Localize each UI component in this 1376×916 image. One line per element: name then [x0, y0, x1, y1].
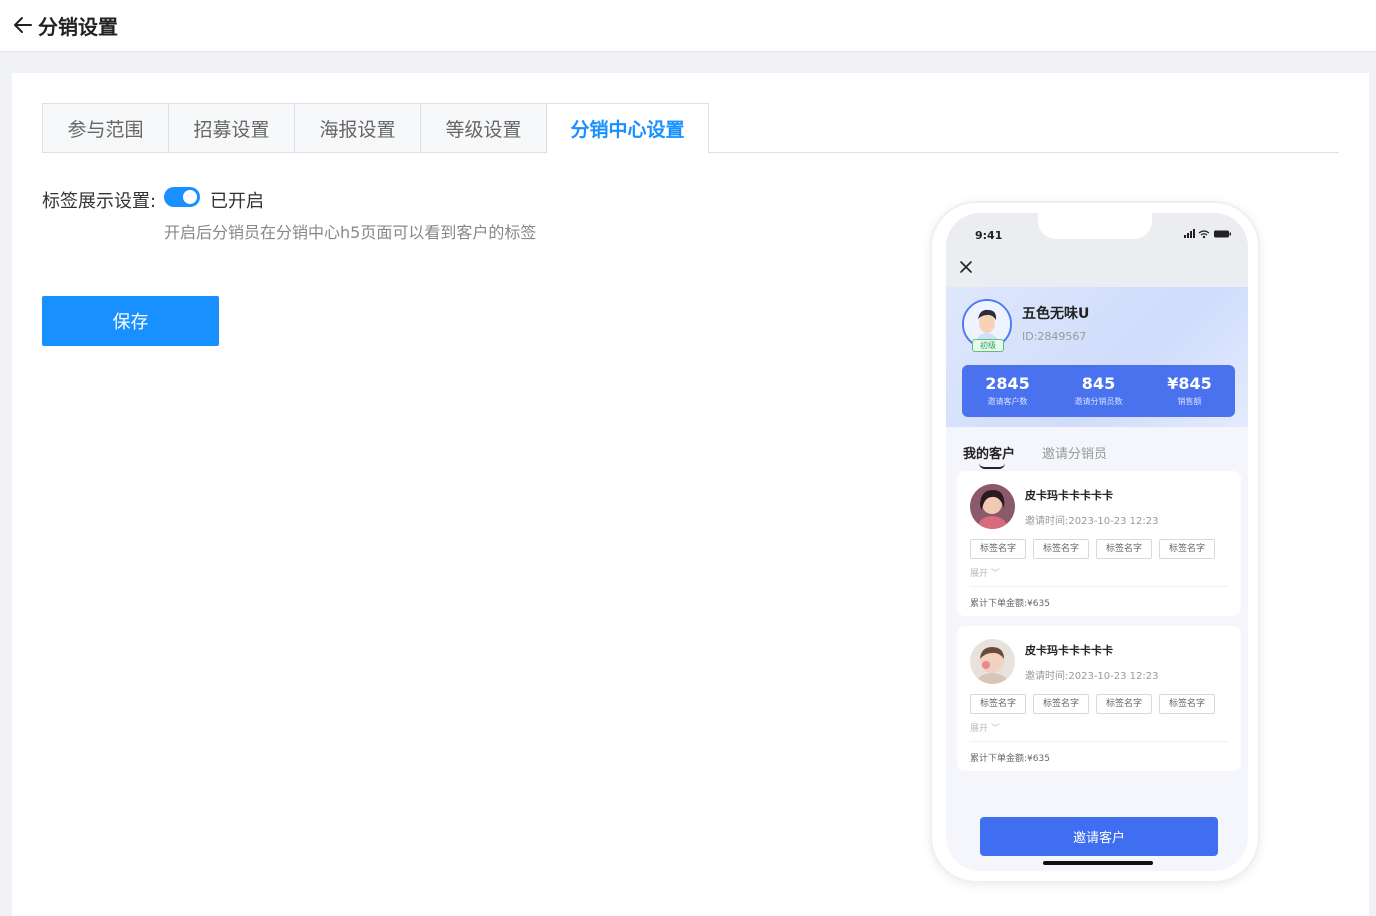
switch-knob [183, 190, 197, 204]
tag: 标签名字 [1033, 694, 1089, 714]
tag-display-hint: 开启后分销员在分销中心h5页面可以看到客户的标签 [164, 223, 537, 242]
total-order-amount: 累计下单金额:¥635 [970, 754, 1050, 764]
phone-status-bar: 9:41 [946, 213, 1248, 287]
divider [970, 586, 1228, 587]
settings-card: 参与范围 招募设置 海报设置 等级设置 分销中心设置 标签展示设置: 已开启 开… [12, 73, 1369, 916]
customer-name: 皮卡玛卡卡卡卡卡 [1025, 644, 1113, 657]
customer-name: 皮卡玛卡卡卡卡卡 [1025, 489, 1113, 502]
customer-avatar [970, 639, 1015, 684]
stat-invited-distributors: 845 邀请分销员数 [1053, 365, 1144, 417]
tab-recruit[interactable]: 招募设置 [168, 103, 294, 153]
level-badge: 初级 [972, 339, 1004, 352]
invite-time: 邀请时间:2023-10-23 12:23 [1025, 516, 1159, 527]
invite-customer-button[interactable]: 邀请客户 [980, 817, 1218, 856]
customer-avatar [970, 484, 1015, 529]
expand-toggle[interactable]: 展开 ﹀ [970, 566, 1000, 579]
stat-value: 2845 [985, 374, 1030, 393]
tab-level[interactable]: 等级设置 [420, 103, 546, 153]
tag: 标签名字 [1033, 539, 1089, 559]
total-order-amount: 累计下单金额:¥635 [970, 599, 1050, 609]
list-item: 皮卡玛卡卡卡卡卡 邀请时间:2023-10-23 12:23 标签名字 标签名字… [957, 626, 1241, 771]
save-button[interactable]: 保存 [42, 296, 219, 346]
page-title: 分销设置 [38, 15, 118, 39]
tag: 标签名字 [970, 694, 1026, 714]
tag: 标签名字 [1159, 539, 1215, 559]
phone-tabs: 我的客户 邀请分销员 [946, 427, 1248, 471]
phone-time: 9:41 [975, 229, 1003, 242]
invite-time: 邀请时间:2023-10-23 12:23 [1025, 671, 1159, 682]
tab-underline [979, 463, 1005, 469]
tag-display-switch[interactable] [164, 187, 200, 207]
tab-invite-distributors[interactable]: 邀请分销员 [1042, 443, 1107, 462]
tag: 标签名字 [1096, 694, 1152, 714]
stat-label: 销售额 [1177, 397, 1202, 406]
list-item: 皮卡玛卡卡卡卡卡 邀请时间:2023-10-23 12:23 标签名字 标签名字… [957, 471, 1241, 616]
stat-value: 845 [1081, 374, 1116, 393]
username: 五色无味U [1022, 306, 1090, 322]
tab-bar: 参与范围 招募设置 海报设置 等级设置 分销中心设置 [42, 103, 1339, 154]
stat-label: 邀请分销员数 [1074, 397, 1123, 406]
user-id: ID:2849567 [1022, 330, 1087, 343]
stat-sales: ¥845 销售额 [1144, 365, 1235, 417]
tag: 标签名字 [1159, 694, 1215, 714]
tab-distribution-center[interactable]: 分销中心设置 [546, 103, 709, 154]
tab-poster[interactable]: 海报设置 [294, 103, 420, 153]
divider [970, 741, 1228, 742]
stat-value: ¥845 [1167, 374, 1212, 393]
phone-screen: 9:41 初级 五色无味U ID:2849567 2845 邀请客户数 845 … [946, 213, 1248, 871]
tag-display-label: 标签展示设置: [42, 191, 157, 212]
phone-preview: 9:41 初级 五色无味U ID:2849567 2845 邀请客户数 845 … [930, 201, 1260, 883]
tag: 标签名字 [1096, 539, 1152, 559]
tab-my-customers[interactable]: 我的客户 [963, 443, 1015, 462]
close-icon[interactable] [958, 259, 974, 275]
stat-invited-customers: 2845 邀请客户数 [962, 365, 1053, 417]
stats-panel: 2845 邀请客户数 845 邀请分销员数 ¥845 销售额 [962, 365, 1235, 417]
top-bar: 分销设置 [0, 0, 1376, 52]
phone-notch [1038, 213, 1152, 239]
signal-wifi-battery-icons [1184, 229, 1231, 239]
expand-toggle[interactable]: 展开 ﹀ [970, 721, 1000, 734]
switch-status-text: 已开启 [210, 191, 264, 212]
arrow-left-icon[interactable] [12, 14, 34, 36]
tag: 标签名字 [970, 539, 1026, 559]
stat-label: 邀请客户数 [987, 397, 1028, 406]
tab-scope[interactable]: 参与范围 [42, 103, 168, 153]
home-indicator [1043, 861, 1153, 865]
